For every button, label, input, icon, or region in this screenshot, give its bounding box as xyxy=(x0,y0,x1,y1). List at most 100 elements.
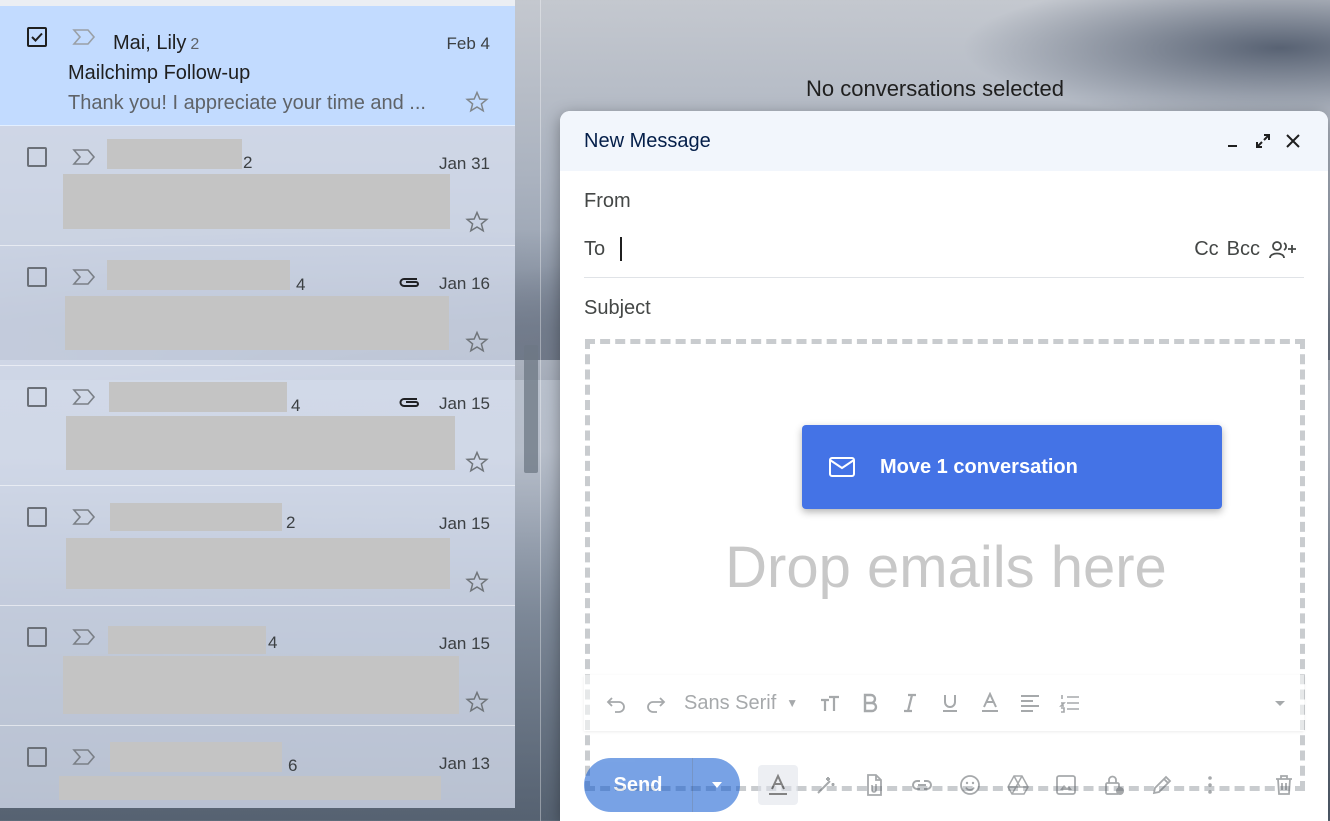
insert-emoji-button[interactable] xyxy=(950,765,990,805)
star-outline-icon[interactable] xyxy=(465,690,489,714)
font-size-button[interactable] xyxy=(812,688,848,718)
row-checkbox[interactable] xyxy=(27,267,47,287)
checkbox-checked-icon xyxy=(31,32,43,42)
star-outline-icon[interactable] xyxy=(465,330,489,354)
underline-icon xyxy=(943,695,958,712)
from-field[interactable]: From xyxy=(584,190,631,213)
numbered-list-button[interactable] xyxy=(1052,688,1088,718)
more-formatting-button[interactable] xyxy=(1262,688,1298,718)
undo-icon xyxy=(606,697,625,713)
row-date: Jan 15 xyxy=(438,634,490,653)
star-outline-icon[interactable] xyxy=(465,90,489,114)
drop-zone-text: Drop emails here xyxy=(725,535,1167,600)
email-row[interactable]: 4 Jan 15 xyxy=(0,366,515,486)
text-format-icon xyxy=(769,773,787,795)
email-row[interactable]: 2 Jan 15 xyxy=(0,486,515,606)
redacted-sender xyxy=(107,260,290,290)
drag-move-card[interactable]: Move 1 conversation xyxy=(802,425,1222,509)
importance-marker-icon[interactable] xyxy=(72,388,96,406)
thread-count: 2 xyxy=(243,153,253,172)
row-checkbox[interactable] xyxy=(27,747,47,767)
add-people-icon[interactable] xyxy=(1268,239,1298,261)
bcc-link[interactable]: Bcc xyxy=(1227,238,1260,261)
to-input-caret[interactable] xyxy=(620,237,622,261)
email-row[interactable]: 4 Jan 16 xyxy=(0,246,515,366)
row-checkbox[interactable] xyxy=(27,507,47,527)
formatting-options-button[interactable] xyxy=(758,765,798,805)
email-row[interactable]: 4 Jan 15 xyxy=(0,606,515,726)
close-button[interactable] xyxy=(1282,130,1304,152)
row-checkbox[interactable] xyxy=(27,147,47,167)
link-icon xyxy=(912,780,932,790)
star-outline-icon[interactable] xyxy=(465,450,489,474)
text-size-icon xyxy=(821,695,840,711)
undo-button[interactable] xyxy=(598,688,634,718)
align-button[interactable] xyxy=(1012,688,1048,718)
bold-button[interactable] xyxy=(852,688,888,718)
list-scrollbar[interactable] xyxy=(524,345,538,473)
attach-file-icon xyxy=(867,774,882,796)
redacted-preview xyxy=(66,538,450,589)
mail-icon xyxy=(829,457,855,477)
row-date: Jan 13 xyxy=(438,754,490,773)
paperclip-icon xyxy=(399,398,419,407)
compose-header[interactable]: New Message xyxy=(560,111,1328,171)
redacted-sender xyxy=(110,503,282,531)
email-row[interactable]: 6 Jan 13 xyxy=(0,726,515,808)
chevron-down-icon xyxy=(1275,701,1285,706)
text-color-button[interactable] xyxy=(972,688,1008,718)
reading-pane-empty-text: No conversations selected xyxy=(805,76,1065,101)
row-date: Jan 15 xyxy=(438,514,490,533)
attach-file-button[interactable] xyxy=(854,765,894,805)
row-date: Jan 31 xyxy=(438,154,490,173)
row-checkbox[interactable] xyxy=(27,27,47,47)
row-checkbox[interactable] xyxy=(27,627,47,647)
importance-marker-icon[interactable] xyxy=(72,508,96,526)
email-list: Mai, Lily 2 Feb 4 Mailchimp Follow-up Tha… xyxy=(0,0,515,808)
minimize-icon xyxy=(1228,145,1237,147)
insert-link-button[interactable] xyxy=(902,765,942,805)
importance-marker-icon[interactable] xyxy=(72,268,96,286)
send-options-button[interactable] xyxy=(692,758,740,812)
redacted-sender xyxy=(110,742,282,772)
insert-signature-button[interactable] xyxy=(1142,765,1182,805)
discard-draft-button[interactable] xyxy=(1264,765,1304,805)
underline-button[interactable] xyxy=(932,688,968,718)
importance-marker-icon[interactable] xyxy=(72,148,96,166)
send-button[interactable]: Send xyxy=(584,758,692,812)
chevron-down-icon: ▼ xyxy=(786,696,799,710)
drive-icon xyxy=(1007,775,1029,795)
email-row-mailchimp[interactable]: Mai, Lily 2 Feb 4 Mailchimp Follow-up Tha… xyxy=(0,6,515,126)
trash-icon xyxy=(1276,775,1292,795)
redacted-sender xyxy=(109,382,287,412)
importance-marker-icon[interactable] xyxy=(72,748,96,766)
email-row[interactable]: 2 Jan 31 xyxy=(0,126,515,246)
ai-assist-button[interactable] xyxy=(806,765,846,805)
font-family-select[interactable]: Sans Serif xyxy=(678,692,786,715)
insert-photo-button[interactable] xyxy=(1046,765,1086,805)
expand-button[interactable] xyxy=(1252,130,1274,152)
star-outline-icon[interactable] xyxy=(465,210,489,234)
confidential-mode-button[interactable] xyxy=(1094,765,1134,805)
minimize-button[interactable] xyxy=(1222,130,1244,152)
row-checkbox[interactable] xyxy=(27,387,47,407)
importance-marker-icon[interactable] xyxy=(72,28,96,46)
background-ridge xyxy=(960,0,1330,120)
star-outline-icon[interactable] xyxy=(465,570,489,594)
recipient-options: Cc Bcc xyxy=(1194,238,1298,261)
redacted-sender xyxy=(107,139,242,169)
more-options-button[interactable] xyxy=(1190,765,1230,805)
cc-link[interactable]: Cc xyxy=(1194,238,1218,261)
magic-pen-icon xyxy=(817,777,835,794)
insert-drive-button[interactable] xyxy=(998,765,1038,805)
redacted-sender xyxy=(108,626,266,654)
lock-clock-icon xyxy=(1105,775,1124,795)
redacted-preview xyxy=(59,776,441,800)
redo-button[interactable] xyxy=(638,688,674,718)
redacted-preview xyxy=(66,416,455,470)
align-left-icon xyxy=(1021,695,1040,712)
subject-input[interactable]: Subject xyxy=(584,297,651,320)
importance-marker-icon[interactable] xyxy=(72,628,96,646)
row-date: Jan 16 xyxy=(438,274,490,293)
italic-button[interactable] xyxy=(892,688,928,718)
